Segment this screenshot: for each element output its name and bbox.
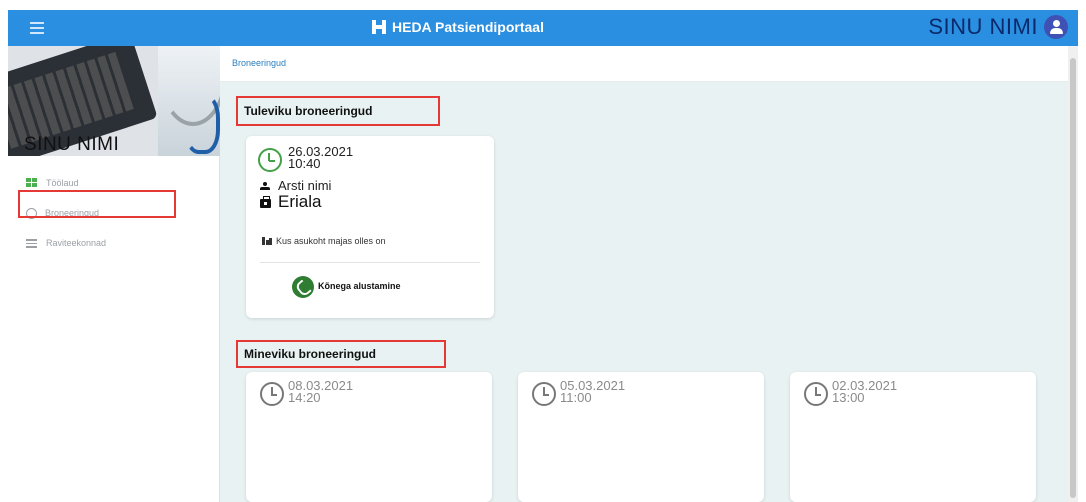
sidebar-item-label: Raviteekonnad xyxy=(46,238,107,248)
sidebar-item-raviteekonnad[interactable]: Raviteekonnad xyxy=(18,228,218,258)
highlight-broneeringud xyxy=(18,190,176,218)
profile-name: SINU NIMI xyxy=(24,134,120,155)
building-icon xyxy=(262,237,272,245)
card-divider xyxy=(260,262,480,263)
main-content: Broneeringud Tuleviku broneeringud 26.03… xyxy=(220,46,1068,502)
sidebar: SINU NIMI Töölaud Broneeringud Raviteeko… xyxy=(8,46,220,502)
appointment-time: 11:00 xyxy=(560,390,592,405)
start-call-button[interactable]: Kõnega alustamine xyxy=(318,281,401,291)
sidebar-item-label: Töölaud xyxy=(46,178,79,188)
heda-logo-icon xyxy=(372,20,386,34)
medical-bag-icon xyxy=(260,196,271,208)
scrollbar-thumb[interactable] xyxy=(1070,58,1076,498)
past-appointment-card[interactable]: 05.03.2021 11:00 xyxy=(518,372,764,502)
appointment-time: 10:40 xyxy=(288,156,321,171)
user-menu[interactable]: SINU NIMI xyxy=(928,14,1068,40)
clock-icon xyxy=(804,382,828,406)
app-window: HEDA Patsiendiportaal SINU NIMI SINU NIM… xyxy=(8,10,1078,502)
doctor-name: Arsti nimi xyxy=(278,178,332,193)
past-appointment-card[interactable]: 08.03.2021 14:20 xyxy=(246,372,492,502)
person-icon xyxy=(260,182,270,192)
scrollbar[interactable] xyxy=(1068,46,1078,502)
phone-icon[interactable] xyxy=(292,276,314,298)
specialty: Eriala xyxy=(278,192,322,211)
breadcrumb-bar: Broneeringud xyxy=(220,46,1068,82)
clock-icon xyxy=(260,382,284,406)
upcoming-appointment-card[interactable]: 26.03.2021 10:40 Arsti nimi Eriala Kus a… xyxy=(246,136,494,318)
clock-icon xyxy=(258,148,282,172)
breadcrumb[interactable]: Broneeringud xyxy=(232,58,286,68)
top-bar: HEDA Patsiendiportaal SINU NIMI xyxy=(8,10,1078,46)
clock-icon xyxy=(532,382,556,406)
user-name: SINU NIMI xyxy=(928,14,1038,39)
appointment-time: 13:00 xyxy=(832,390,865,405)
upcoming-title: Tuleviku broneeringud xyxy=(244,104,373,118)
user-avatar-icon[interactable] xyxy=(1044,15,1068,39)
past-title: Mineviku broneeringud xyxy=(244,347,377,361)
list-icon xyxy=(26,238,38,248)
profile-banner: SINU NIMI xyxy=(8,46,220,156)
appointment-time: 14:20 xyxy=(288,390,321,405)
dashboard-grid-icon xyxy=(26,178,38,188)
past-appointment-card[interactable]: 02.03.2021 13:00 xyxy=(790,372,1036,502)
app-title: HEDA Patsiendiportaal xyxy=(392,19,544,35)
location: Kus asukoht majas olles on xyxy=(276,236,386,246)
hamburger-icon[interactable] xyxy=(30,22,44,34)
brand: HEDA Patsiendiportaal xyxy=(372,19,544,35)
